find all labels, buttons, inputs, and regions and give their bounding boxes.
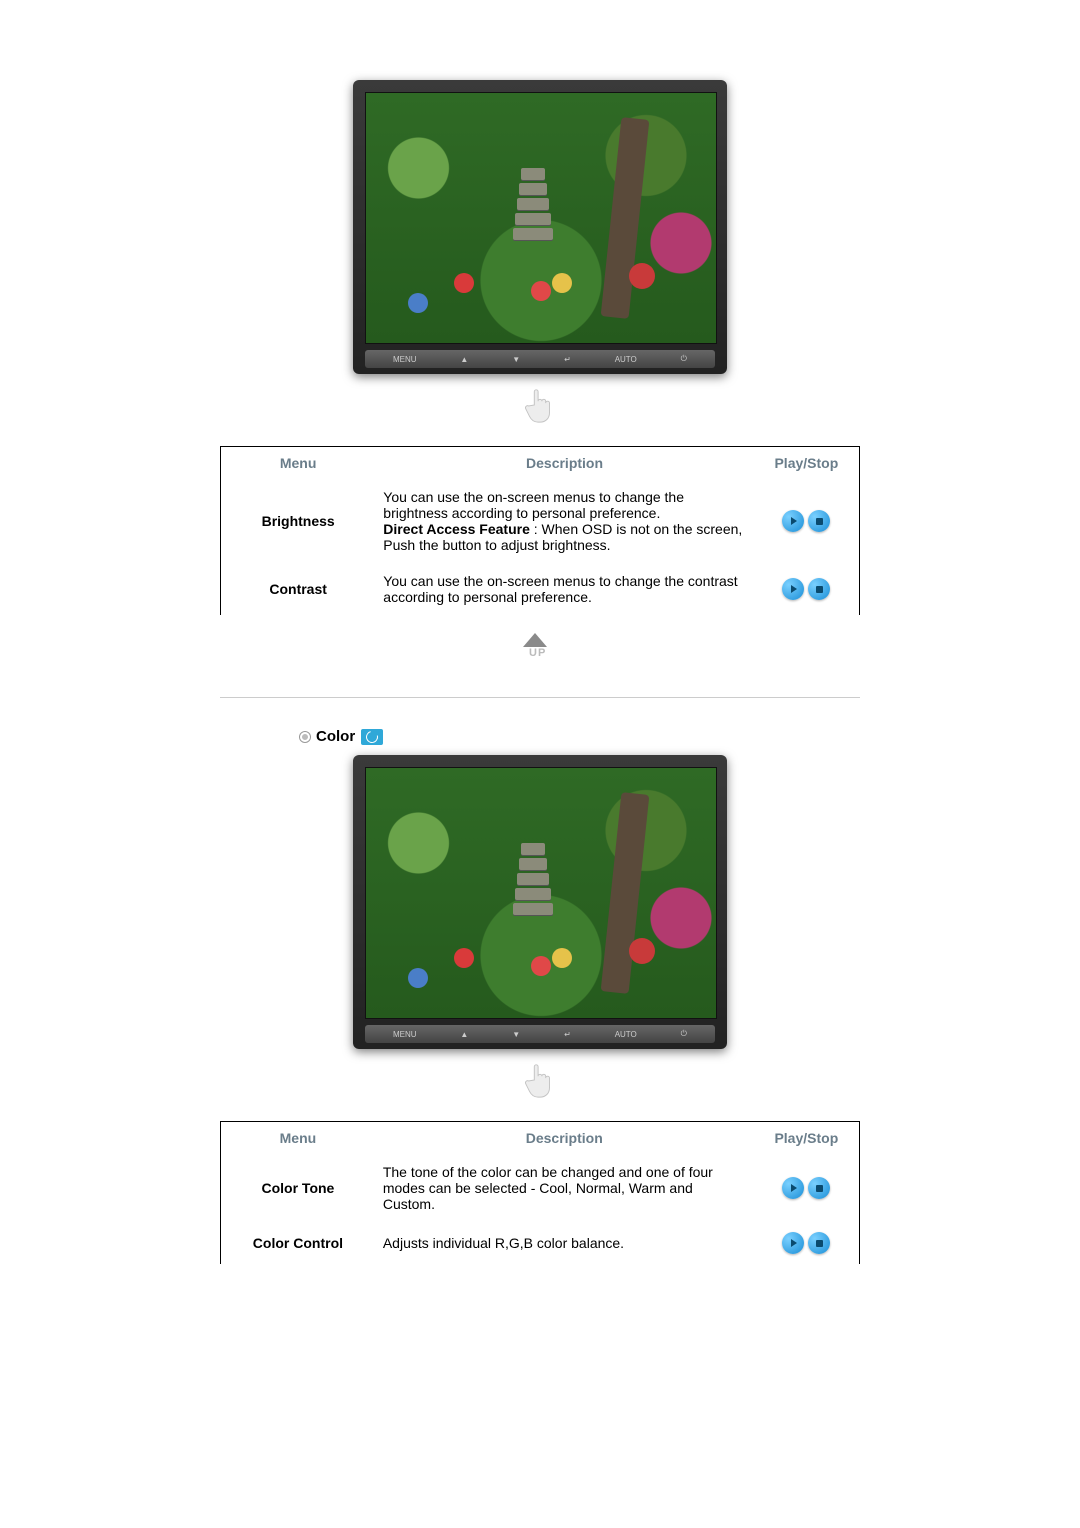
bar-menu: MENU xyxy=(389,1030,421,1039)
col-play: Play/Stop xyxy=(754,1122,860,1155)
stop-button[interactable] xyxy=(808,578,830,600)
bar-menu: MENU xyxy=(389,355,421,364)
color-icon xyxy=(361,729,383,745)
col-menu: Menu xyxy=(221,1122,375,1155)
play-button[interactable] xyxy=(782,1177,804,1199)
col-desc: Description xyxy=(375,447,753,480)
bar-power: ⏻ xyxy=(677,1029,691,1039)
monitor-button-bar: MENU ▲ ▼ ↵ AUTO ⏻ xyxy=(365,350,715,368)
up-label: UP xyxy=(529,647,546,659)
section-color-head: Color xyxy=(220,728,860,745)
divider xyxy=(220,697,860,698)
picture-table: Menu Description Play/Stop Brightness Yo… xyxy=(220,446,860,615)
up-link[interactable]: UP xyxy=(515,633,565,667)
stop-button[interactable] xyxy=(808,510,830,532)
up-arrow-icon xyxy=(523,633,547,647)
menu-contrast: Contrast xyxy=(221,563,376,615)
menu-brightness: Brightness xyxy=(221,479,376,563)
hand-cursor-icon xyxy=(521,384,559,426)
monitor-illustration-2: MENU ▲ ▼ ↵ AUTO ⏻ xyxy=(0,755,1080,1049)
col-menu: Menu xyxy=(221,447,376,480)
bar-down: ▼ xyxy=(508,1030,524,1039)
col-desc: Description xyxy=(375,1122,754,1155)
table-row: Color Tone The tone of the color can be … xyxy=(221,1154,860,1222)
play-button[interactable] xyxy=(782,510,804,532)
col-play: Play/Stop xyxy=(754,447,860,480)
monitor-button-bar: MENU ▲ ▼ ↵ AUTO ⏻ xyxy=(365,1025,715,1043)
table-row: Brightness You can use the on-screen men… xyxy=(221,479,860,563)
desc-color-tone: The tone of the color can be changed and… xyxy=(375,1154,754,1222)
stop-button[interactable] xyxy=(808,1177,830,1199)
monitor-screen xyxy=(365,767,717,1019)
monitor-screen xyxy=(365,92,717,344)
desc-brightness: You can use the on-screen menus to chang… xyxy=(375,479,753,563)
bar-auto: AUTO xyxy=(611,355,641,364)
bar-enter: ↵ xyxy=(560,355,575,364)
hand-cursor-icon xyxy=(521,1059,559,1101)
menu-color-tone: Color Tone xyxy=(221,1154,375,1222)
menu-color-control: Color Control xyxy=(221,1222,375,1264)
desc-color-control: Adjusts individual R,G,B color balance. xyxy=(375,1222,754,1264)
play-button[interactable] xyxy=(782,1232,804,1254)
bar-down: ▼ xyxy=(508,355,524,364)
bar-up: ▲ xyxy=(456,355,472,364)
bar-up: ▲ xyxy=(456,1030,472,1039)
stop-button[interactable] xyxy=(808,1232,830,1254)
bar-enter: ↵ xyxy=(560,1030,575,1039)
bar-power: ⏻ xyxy=(677,354,691,364)
table-row: Color Control Adjusts individual R,G,B c… xyxy=(221,1222,860,1264)
color-table: Menu Description Play/Stop Color Tone Th… xyxy=(220,1121,860,1264)
bullet-icon xyxy=(300,732,310,742)
monitor-illustration: MENU ▲ ▼ ↵ AUTO ⏻ xyxy=(0,80,1080,374)
section-title: Color xyxy=(316,728,355,745)
bar-auto: AUTO xyxy=(611,1030,641,1039)
desc-contrast: You can use the on-screen menus to chang… xyxy=(375,563,753,615)
play-button[interactable] xyxy=(782,578,804,600)
table-row: Contrast You can use the on-screen menus… xyxy=(221,563,860,615)
